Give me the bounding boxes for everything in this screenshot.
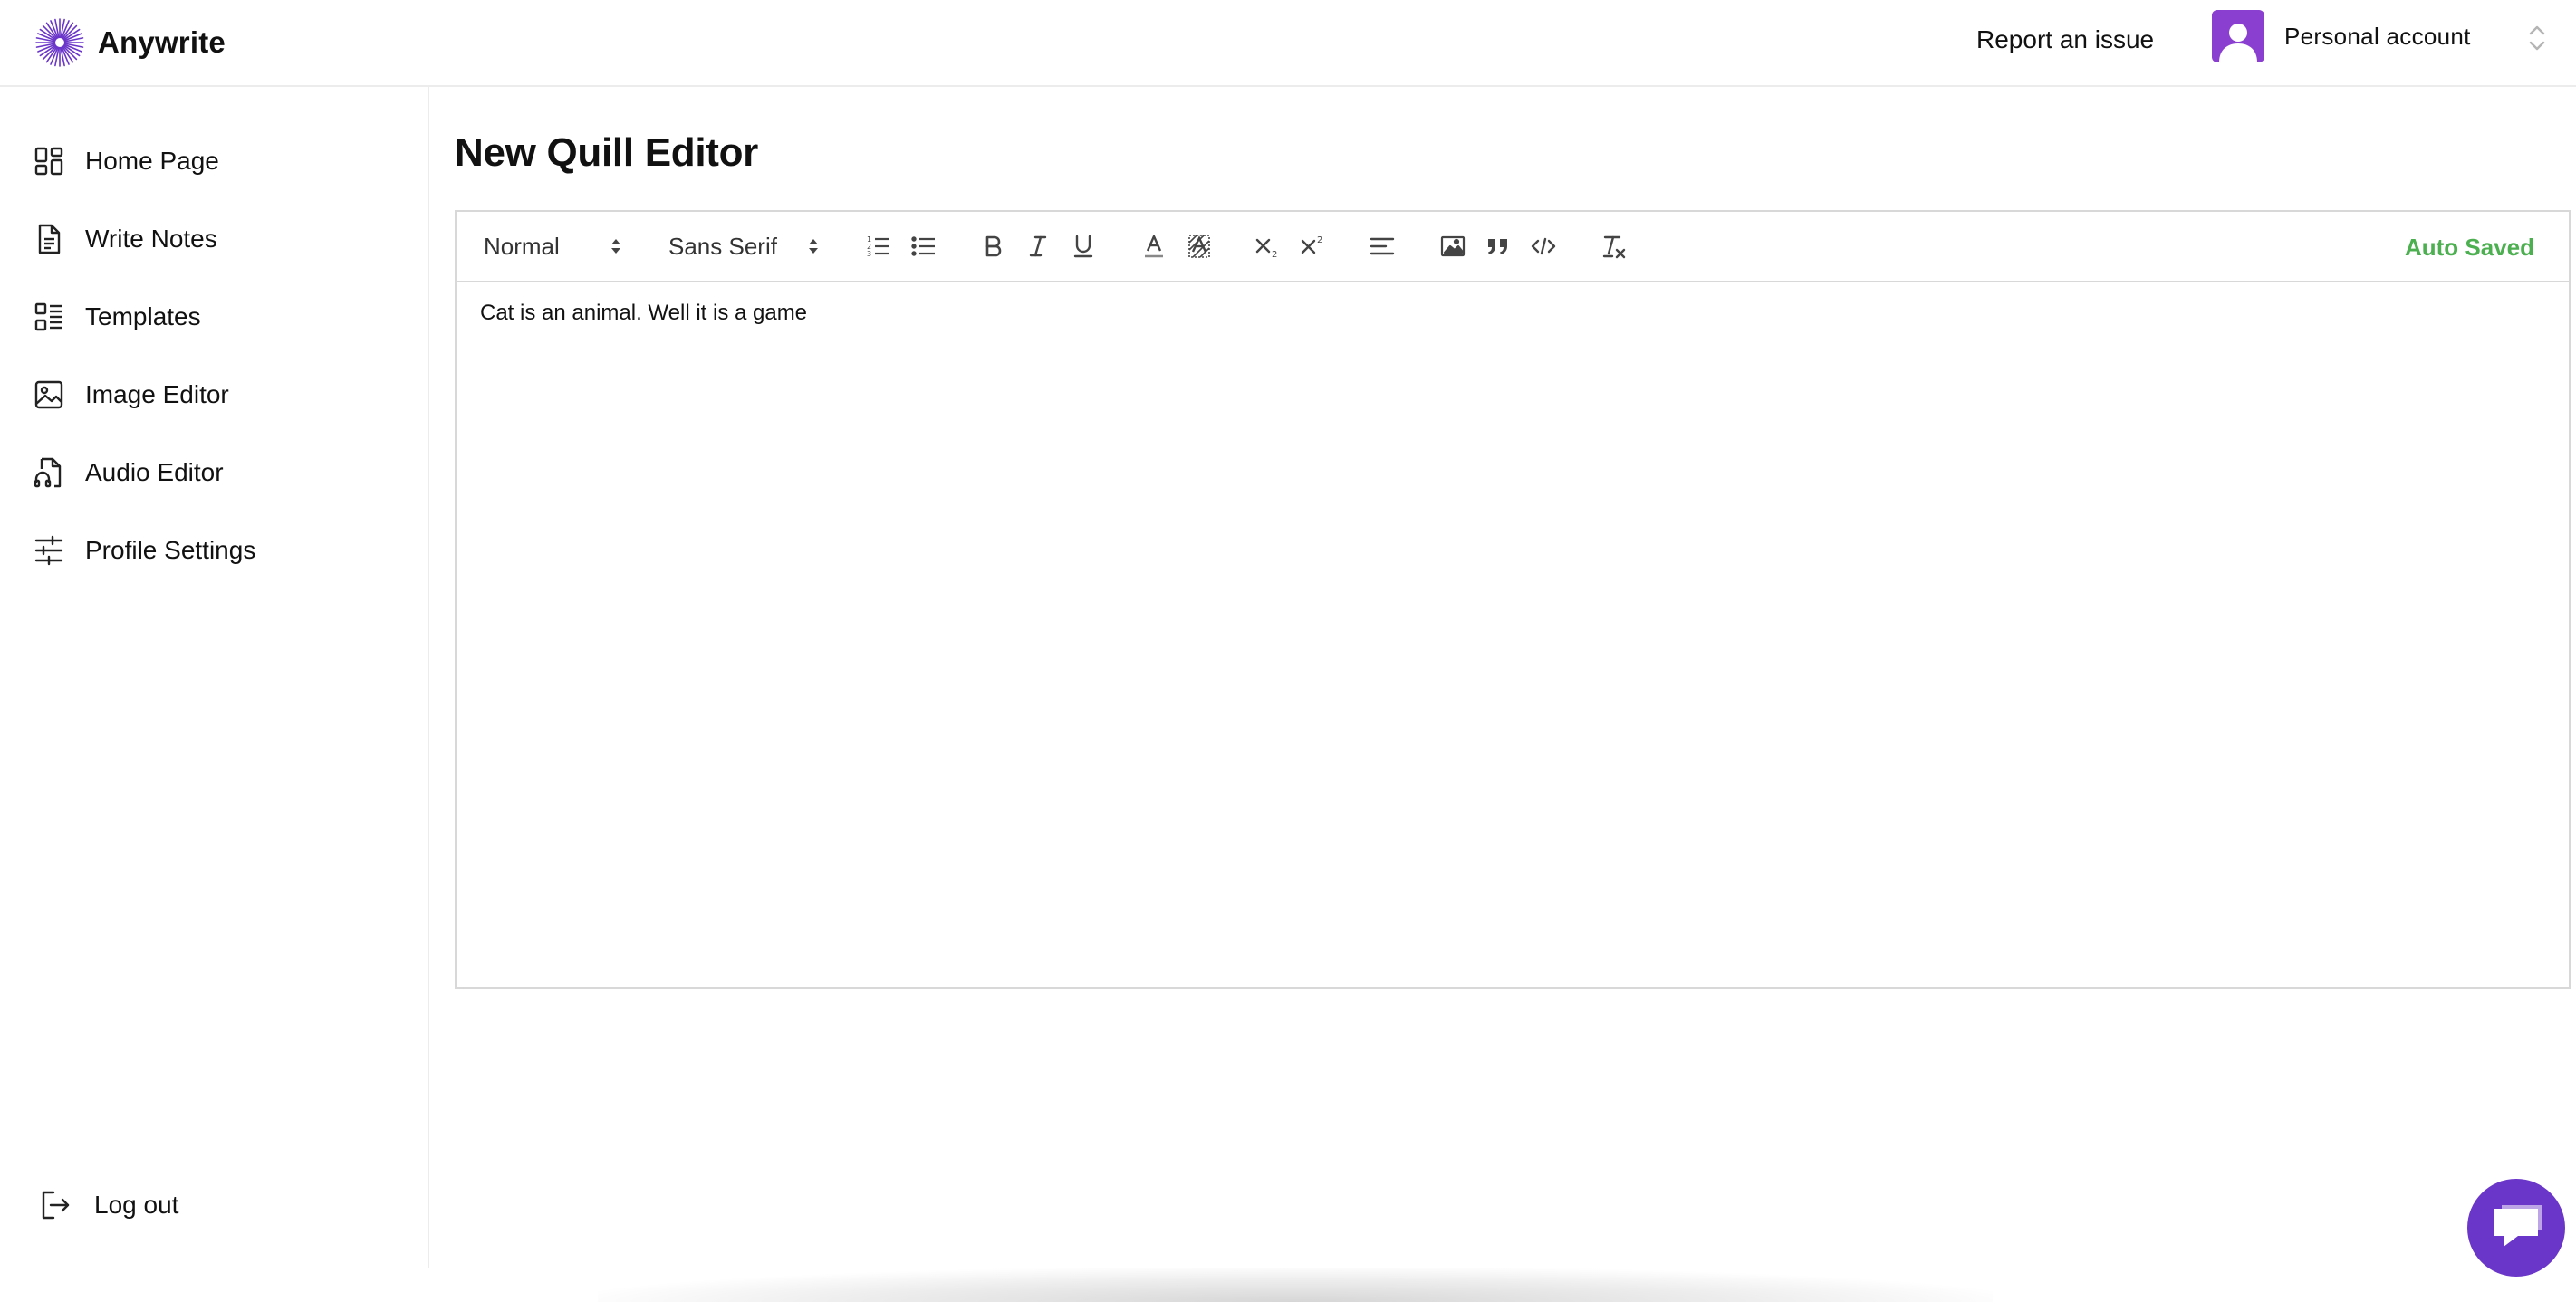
blockquote-button[interactable] — [1482, 230, 1514, 263]
bold-icon — [985, 235, 1002, 257]
superscript-button[interactable]: 2 — [1297, 230, 1330, 263]
sidebar-item-label: Write Notes — [85, 225, 217, 253]
bold-button[interactable] — [976, 230, 1009, 263]
sidebar-item-audio-editor[interactable]: Audio Editor — [33, 450, 224, 495]
highlight-icon — [1188, 235, 1210, 258]
sidebar-item-label: Home Page — [85, 147, 219, 175]
avatar — [2212, 10, 2264, 62]
underline-icon — [1073, 235, 1093, 258]
sidebar-item-write-notes[interactable]: Write Notes — [33, 216, 217, 262]
clear-format-button[interactable] — [1598, 230, 1630, 263]
svg-text:3: 3 — [867, 250, 871, 258]
sunburst-logo-icon — [35, 18, 84, 67]
bottom-shadow — [598, 1268, 1993, 1302]
svg-text:2: 2 — [1317, 235, 1322, 245]
select-arrows-icon — [809, 239, 818, 254]
header-picker-value: Normal — [484, 232, 560, 260]
sidebar-item-templates[interactable]: Templates — [33, 294, 201, 340]
font-picker[interactable]: Sans Serif — [668, 230, 841, 263]
align-left-icon — [1370, 237, 1395, 255]
italic-icon — [1029, 235, 1047, 257]
underline-button[interactable] — [1067, 230, 1100, 263]
sidebar-item-label: Audio Editor — [85, 458, 224, 486]
save-status: Auto Saved — [2404, 234, 2534, 261]
text-color-icon — [1145, 235, 1163, 258]
list-icon — [34, 302, 62, 331]
font-picker-value: Sans Serif — [668, 232, 777, 260]
account-switcher[interactable]: Personal account — [2212, 9, 2471, 63]
logout-button[interactable]: Log out — [38, 1182, 178, 1228]
text-color-button[interactable] — [1138, 230, 1170, 263]
sliders-icon — [34, 535, 63, 566]
superscript-icon: 2 — [1301, 235, 1322, 254]
editor-content[interactable]: Cat is an animal. Well it is a game — [480, 301, 807, 326]
logout-label: Log out — [94, 1191, 179, 1219]
code-block-button[interactable] — [1527, 230, 1560, 263]
image-icon — [1440, 235, 1466, 257]
image-icon — [34, 380, 63, 409]
chat-bubble-icon — [2494, 1205, 2542, 1247]
chevron-up-down-icon[interactable] — [2527, 22, 2547, 54]
ordered-list-button[interactable]: 1 2 3 — [862, 230, 895, 263]
sidebar-item-label: Templates — [85, 302, 201, 330]
insert-image-button[interactable] — [1437, 230, 1469, 263]
clear-format-icon — [1602, 235, 1626, 259]
sidebar-item-label: Image Editor — [85, 380, 229, 408]
bullet-list-icon — [911, 236, 935, 256]
subscript-icon: 2 — [1255, 238, 1277, 260]
dashboard-icon — [34, 147, 63, 176]
subscript-button[interactable]: 2 — [1252, 230, 1284, 263]
account-name: Personal account — [2284, 22, 2471, 50]
editor-toolbar: Normal Sans Serif 1 2 3 2 2 Auto Saved — [457, 212, 2569, 282]
report-issue-link[interactable]: Report an issue — [1976, 25, 2154, 54]
sidebar: Home Page Write Notes Templates Image Ed… — [0, 87, 429, 1268]
quote-icon — [1488, 239, 1507, 254]
ordered-list-icon: 1 2 3 — [867, 235, 889, 258]
code-icon — [1531, 237, 1556, 255]
chat-button[interactable] — [2467, 1179, 2565, 1277]
sidebar-item-image-editor[interactable]: Image Editor — [33, 372, 229, 417]
bullet-list-button[interactable] — [908, 230, 940, 263]
select-arrows-icon — [611, 239, 620, 254]
user-icon — [2219, 24, 2257, 62]
top-bar: Anywrite Report an issue Personal accoun… — [0, 0, 2576, 87]
sidebar-item-label: Profile Settings — [85, 536, 256, 564]
background-color-button[interactable] — [1183, 230, 1216, 263]
header-picker[interactable]: Normal — [484, 230, 629, 263]
audio-file-icon — [34, 457, 62, 488]
sidebar-item-profile-settings[interactable]: Profile Settings — [33, 528, 255, 573]
logout-icon — [42, 1191, 70, 1220]
italic-button[interactable] — [1022, 230, 1054, 263]
brand-name: Anywrite — [98, 25, 226, 59]
quill-editor: Normal Sans Serif 1 2 3 2 2 Auto Saved C… — [455, 210, 2571, 989]
app-root: Anywrite Report an issue Personal accoun… — [0, 0, 2576, 1302]
align-button[interactable] — [1366, 230, 1399, 263]
brand[interactable]: Anywrite — [34, 17, 226, 68]
sidebar-item-home-page[interactable]: Home Page — [33, 139, 219, 184]
page-title: New Quill Editor — [455, 130, 758, 175]
svg-text:2: 2 — [1272, 250, 1277, 260]
document-icon — [38, 224, 61, 254]
